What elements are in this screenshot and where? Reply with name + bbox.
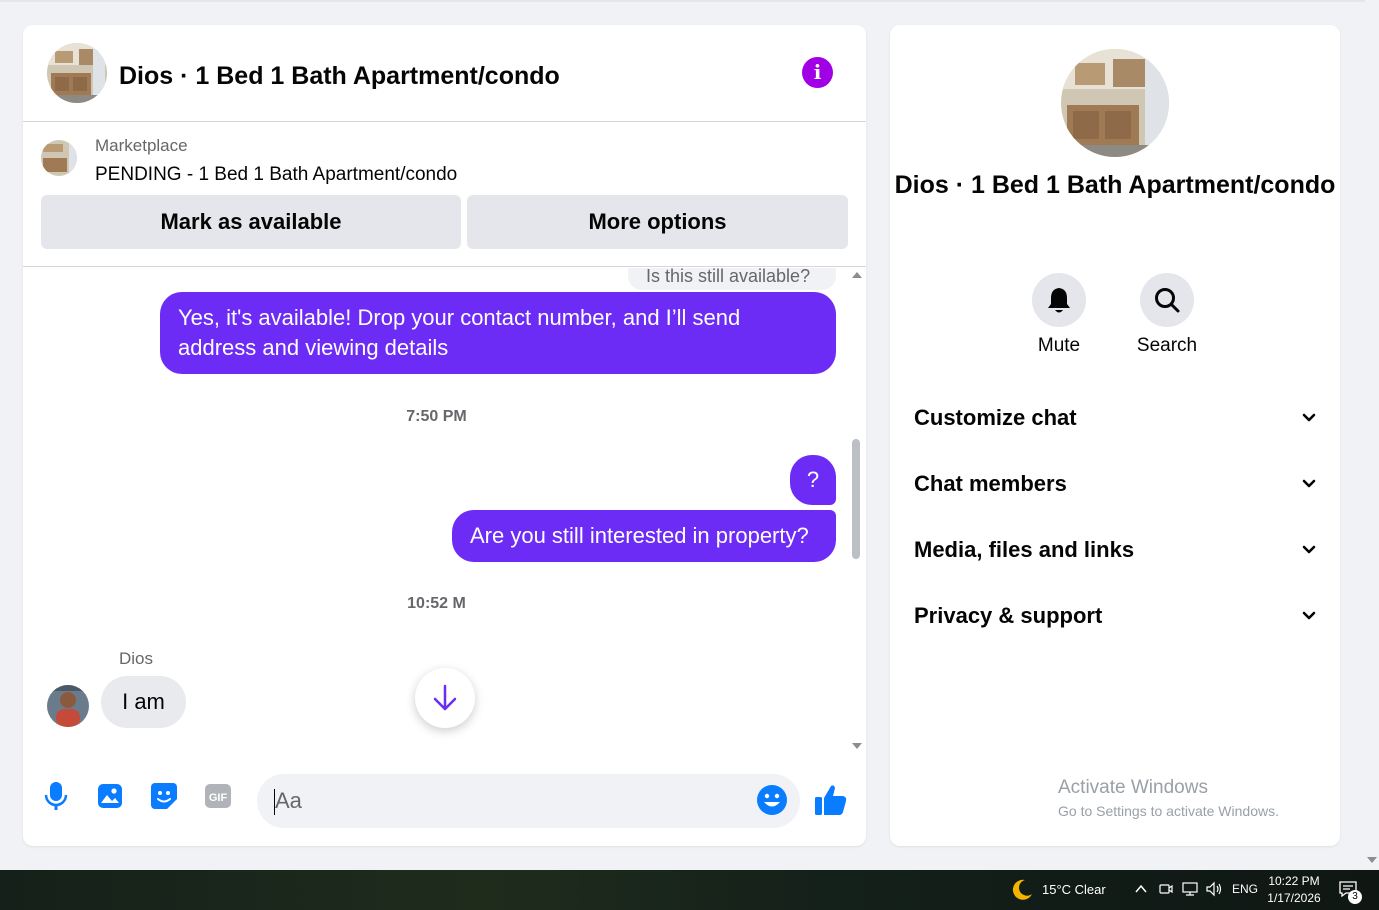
chevron-down-icon [1302, 611, 1316, 620]
search-button[interactable] [1140, 273, 1194, 327]
privacy-support-section[interactable]: Privacy & support [902, 589, 1328, 643]
windows-taskbar: 15°C Clear ENG 10:22 PM 1/17/2026 3 [0, 870, 1379, 910]
conversation-info-panel: Dios · 1 Bed 1 Bath Apartment/condo Mute… [890, 25, 1340, 846]
bell-icon [1048, 288, 1070, 313]
meet-now-icon[interactable] [1159, 881, 1173, 897]
text-cursor [274, 789, 275, 815]
activate-windows-watermark: Activate Windows Go to Settings to activ… [1058, 777, 1279, 819]
search-icon [1155, 288, 1180, 313]
scroll-to-bottom-button[interactable] [415, 668, 475, 728]
emoji-icon[interactable] [756, 784, 790, 818]
message-composer: GIF [23, 765, 866, 846]
conversation-avatar-large[interactable] [1061, 49, 1169, 157]
search-label: Search [1136, 335, 1198, 356]
section-label: Media, files and links [914, 537, 1135, 562]
weather-readout[interactable]: 15°C Clear [1042, 882, 1106, 897]
clock-time: 10:22 PM [1268, 874, 1320, 888]
message-input[interactable] [257, 774, 800, 828]
scroll-up-icon[interactable] [852, 272, 862, 278]
message-list[interactable]: Is this still available? Yes, it's avail… [23, 268, 866, 755]
media-files-links-section[interactable]: Media, files and links [902, 523, 1328, 577]
outgoing-message[interactable]: Yes, it's available! Drop your contact n… [160, 292, 836, 374]
chevron-down-icon [1302, 479, 1316, 488]
timestamp: 10:52 M [407, 595, 466, 612]
watermark-subtitle: Go to Settings to activate Windows. [1058, 803, 1279, 819]
clock-date: 1/17/2026 [1267, 891, 1321, 905]
sticker-icon[interactable] [147, 779, 181, 813]
thumbs-up-icon[interactable] [814, 783, 850, 819]
gif-icon[interactable]: GIF [201, 779, 235, 813]
message-scrollbar[interactable] [849, 268, 863, 755]
svg-text:GIF: GIF [209, 792, 228, 804]
mute-button[interactable] [1032, 273, 1086, 327]
conversation-title: Dios · 1 Bed 1 Bath Apartment/condo [894, 171, 1336, 199]
section-label: Privacy & support [914, 603, 1103, 628]
section-label: Chat members [914, 471, 1067, 496]
conversation-avatar[interactable] [47, 43, 107, 103]
outgoing-message[interactable]: ? [790, 455, 836, 505]
chat-header: Dios · 1 Bed 1 Bath Apartment/condo i [23, 25, 866, 122]
language-indicator[interactable]: ENG [1232, 882, 1258, 896]
mute-label: Mute [1037, 335, 1081, 356]
more-options-button[interactable]: More options [467, 195, 848, 249]
top-divider [0, 0, 1365, 2]
marketplace-label: Marketplace [95, 136, 188, 155]
listing-thumbnail[interactable] [41, 140, 77, 176]
arrow-down-icon [433, 684, 457, 711]
photo-icon[interactable] [93, 779, 127, 813]
volume-icon[interactable] [1205, 881, 1223, 897]
timestamp: 7:50 PM [406, 408, 467, 425]
system-clock[interactable]: 10:22 PM 1/17/2026 [1262, 873, 1326, 907]
listing-status: PENDING - 1 Bed 1 Bath Apartment/condo [95, 164, 458, 185]
page-scroll-down-icon[interactable] [1367, 857, 1377, 863]
scrollbar-thumb[interactable] [852, 439, 860, 559]
chevron-down-icon [1302, 413, 1316, 422]
notification-count-badge: 3 [1348, 890, 1362, 904]
chevron-down-icon [1302, 545, 1316, 554]
sender-name: Dios [119, 649, 154, 668]
section-label: Customize chat [914, 405, 1077, 430]
outgoing-message[interactable]: Are you still interested in property? [452, 510, 836, 562]
moon-icon[interactable] [1010, 878, 1034, 902]
mark-as-available-button[interactable]: Mark as available [41, 195, 461, 249]
info-icon[interactable]: i [802, 57, 833, 88]
customize-chat-section[interactable]: Customize chat [902, 391, 1328, 445]
quoted-message: Is this still available? [628, 268, 836, 290]
chat-panel: Dios · 1 Bed 1 Bath Apartment/condo i Ma… [23, 25, 866, 846]
scroll-down-icon[interactable] [852, 743, 862, 749]
sender-avatar[interactable] [47, 685, 89, 727]
incoming-message[interactable]: I am [101, 676, 186, 728]
chevron-up-icon[interactable] [1134, 882, 1148, 896]
conversation-title: Dios · 1 Bed 1 Bath Apartment/condo [119, 62, 560, 90]
network-icon[interactable] [1182, 881, 1198, 897]
watermark-title: Activate Windows [1058, 777, 1208, 798]
chat-members-section[interactable]: Chat members [902, 457, 1328, 511]
microphone-icon[interactable] [39, 779, 73, 813]
marketplace-banner: Marketplace PENDING - 1 Bed 1 Bath Apart… [23, 122, 866, 267]
